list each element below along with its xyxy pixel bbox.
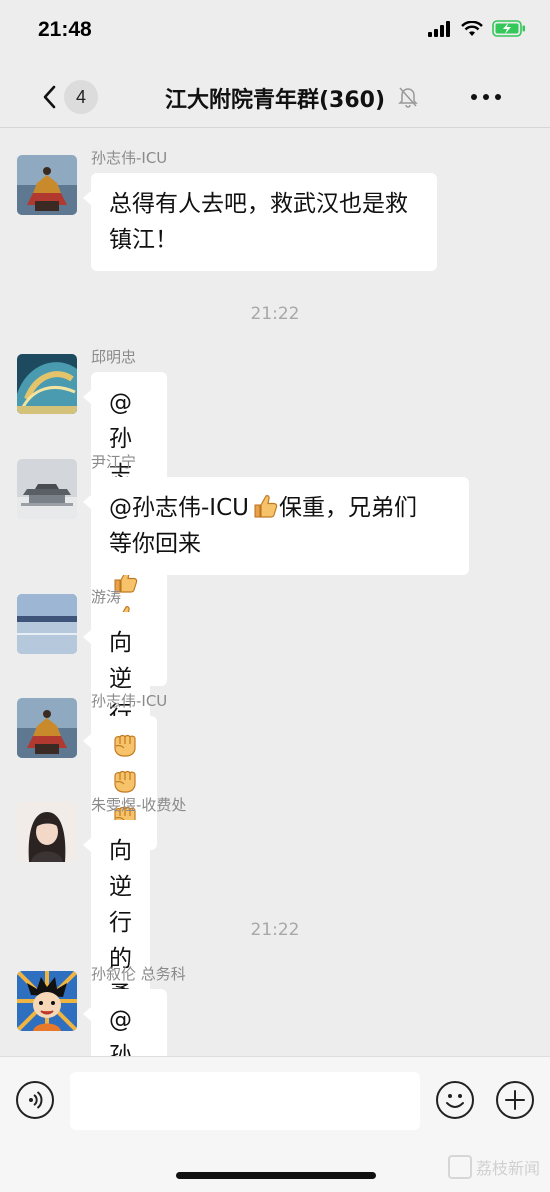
message-text: 镇江！ — [109, 227, 178, 253]
message-line: @孙志伟-ICU 保重，兄弟们 — [109, 490, 451, 526]
watermark-text: 荔枝新闻 — [475, 1159, 540, 1178]
battery-charging-icon — [492, 20, 525, 37]
message-input[interactable] — [70, 1072, 420, 1130]
message-text: 等你回来 — [109, 531, 201, 557]
message-text: 保重，兄弟们 — [278, 495, 417, 521]
bell-slash-icon — [398, 87, 418, 108]
voice-button[interactable] — [16, 1081, 54, 1119]
message-bubble[interactable]: @孙志伟-ICU — [83, 989, 167, 1056]
sender-name: 邱明忠 — [91, 348, 137, 366]
input-bar: 荔枝新闻 — [0, 1056, 550, 1192]
message-text: 总得有人去吧，救武汉也是救 — [109, 191, 408, 217]
timestamp-separator: 21:22 — [250, 304, 300, 324]
avatar[interactable] — [17, 354, 77, 414]
status-icons — [428, 20, 526, 37]
chat-message-list[interactable]: 孙志伟-ICU 总得有人去吧，救武汉也是救 镇江！ 21:22 邱明忠 @孙志伟… — [0, 128, 550, 1056]
fist-icon — [111, 731, 139, 759]
avatar[interactable] — [17, 698, 77, 758]
timestamp-separator: 21:22 — [250, 920, 300, 940]
plus-icon — [505, 1090, 525, 1110]
fist-icon — [111, 767, 139, 795]
signal-icon — [428, 20, 450, 37]
emoji-button[interactable] — [436, 1081, 474, 1119]
sender-name: 朱雯煜-收费处 — [91, 796, 187, 814]
wifi-icon — [461, 20, 483, 36]
avatar[interactable] — [17, 594, 77, 654]
navigation-bar: 4 江大附院青年群(360) — [0, 66, 550, 128]
watermark-logo — [447, 1155, 472, 1179]
watermark: 荔枝新闻 — [447, 1155, 540, 1179]
message-text: @孙志伟-ICU — [109, 1007, 132, 1056]
voice-icon — [29, 1091, 43, 1109]
smiley-icon — [446, 1094, 464, 1108]
message-text: @孙志伟-ICU — [109, 495, 249, 521]
home-indicator — [176, 1172, 376, 1179]
sender-name: 孙志伟-ICU — [91, 149, 168, 167]
more-actions-button[interactable] — [496, 1081, 534, 1119]
message-bubble[interactable]: @孙志伟-ICU 保重，兄弟们 等你回来 — [83, 477, 469, 575]
sender-name: 尹江宁 — [91, 453, 137, 471]
sender-name: 孙叙伦 总务科 — [91, 965, 186, 983]
thumbs-up-icon — [251, 492, 279, 520]
avatar[interactable] — [17, 459, 77, 519]
avatar[interactable] — [17, 971, 77, 1031]
status-time: 21:48 — [38, 18, 92, 41]
avatar[interactable] — [17, 155, 77, 215]
avatar[interactable] — [17, 802, 77, 862]
sender-name: 游涛 — [91, 588, 122, 606]
sender-name: 孙志伟-ICU — [91, 692, 168, 710]
status-bar: 21:48 — [0, 0, 550, 66]
message-bubble[interactable]: 总得有人去吧，救武汉也是救 镇江！ — [83, 173, 437, 271]
ellipsis-icon[interactable] — [470, 88, 502, 106]
chat-title: 江大附院青年群(360) — [164, 88, 386, 113]
